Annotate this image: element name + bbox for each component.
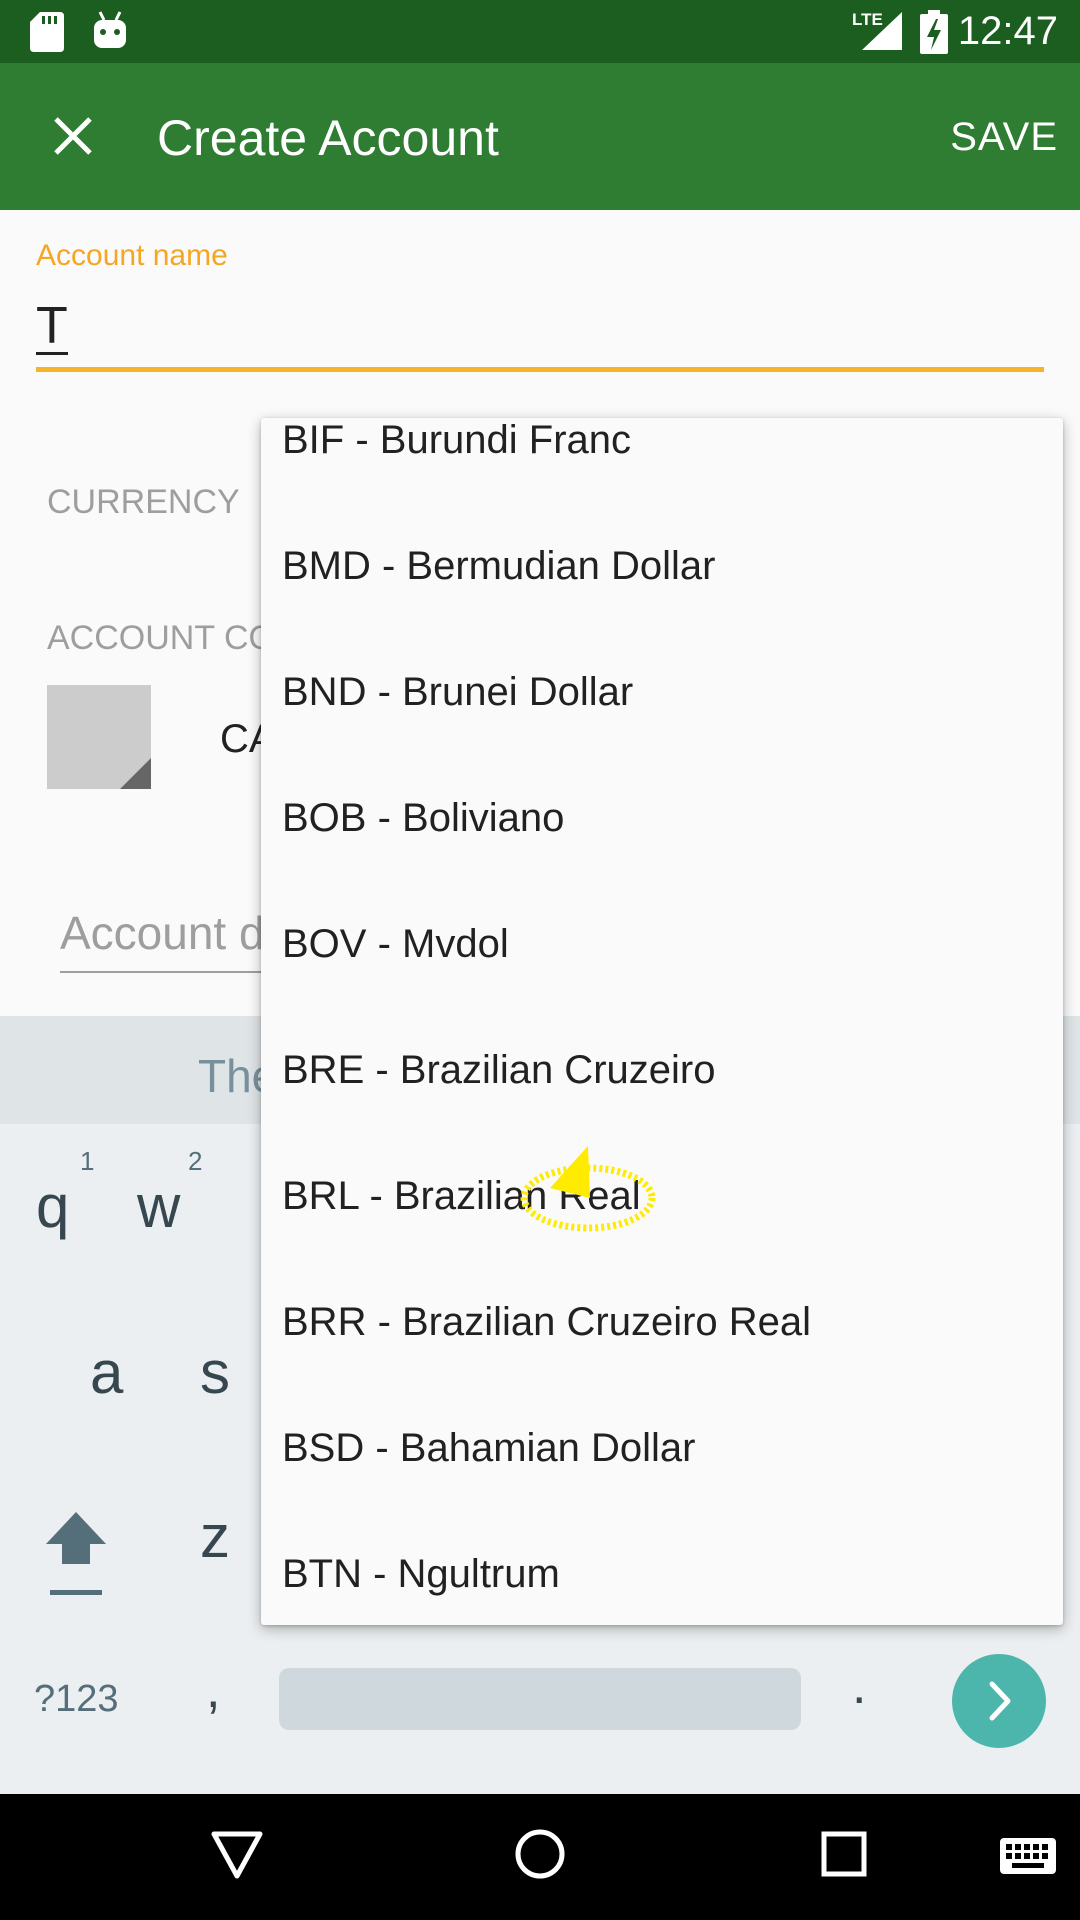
account-description-input[interactable]: Account d [60,906,265,960]
close-icon[interactable] [50,113,96,159]
currency-option-bsd[interactable]: BSD - Bahamian Dollar [261,1385,1063,1511]
navigation-bar [0,1794,1080,1920]
key-s[interactable]: s [200,1340,230,1406]
page-title: Create Account [157,110,499,166]
next-key[interactable] [952,1654,1046,1748]
period-key[interactable]: . [852,1656,866,1716]
save-button[interactable]: SAVE [950,113,1058,161]
shift-key-icon[interactable] [44,1508,108,1598]
comma-key[interactable]: , [206,1660,220,1720]
key-hint-2: 2 [188,1146,203,1176]
account-name-input[interactable]: T [36,296,68,356]
currency-option-bob[interactable]: BOB - Boliviano [261,755,1063,881]
swatch-corner-indicator [120,758,151,789]
status-time: 12:47 [957,9,1058,53]
currency-option-btn[interactable]: BTN - Ngultrum [261,1511,1063,1625]
sd-card-icon [30,12,64,52]
currency-option-bmd[interactable]: BMD - Bermudian Dollar [261,503,1063,629]
key-q[interactable]: q [36,1174,69,1240]
home-icon[interactable] [512,1826,568,1882]
currency-list: BIF - Burundi Franc BMD - Bermudian Doll… [261,418,1063,1625]
space-key[interactable] [279,1668,801,1730]
currency-dropdown[interactable]: BIF - Burundi Franc BMD - Bermudian Doll… [261,418,1063,1625]
status-bar: LTE 12:47 [0,0,1080,63]
key-a[interactable]: a [90,1340,123,1406]
keyboard-icon[interactable] [1000,1838,1056,1874]
currency-option-bnd[interactable]: BND - Brunei Dollar [261,629,1063,755]
text-cursor [36,352,68,355]
key-w[interactable]: w [137,1174,180,1240]
android-icon [94,11,126,48]
battery-charging-icon [920,10,948,54]
account-name-underline [36,367,1044,372]
currency-option-bov[interactable]: BOV - Mvdol [261,881,1063,1007]
app-bar: Create Account SAVE [0,63,1080,210]
account-color-label: ACCOUNT CO [47,619,275,657]
currency-option-brr[interactable]: BRR - Brazilian Cruzeiro Real [261,1259,1063,1385]
lte-signal-icon [862,12,902,50]
tap-indicator-icon [520,1146,656,1232]
currency-option-bre[interactable]: BRE - Brazilian Cruzeiro [261,1007,1063,1133]
back-icon[interactable] [210,1830,264,1880]
account-name-label: Account name [36,239,228,272]
recents-icon[interactable] [820,1830,868,1878]
symbols-key[interactable]: ?123 [34,1676,119,1722]
key-hint-1: 1 [80,1146,95,1176]
currency-option-bif[interactable]: BIF - Burundi Franc [261,418,1063,503]
currency-label: CURRENCY [47,483,240,521]
key-z[interactable]: z [200,1504,230,1570]
chevron-right-icon [989,1681,1011,1721]
